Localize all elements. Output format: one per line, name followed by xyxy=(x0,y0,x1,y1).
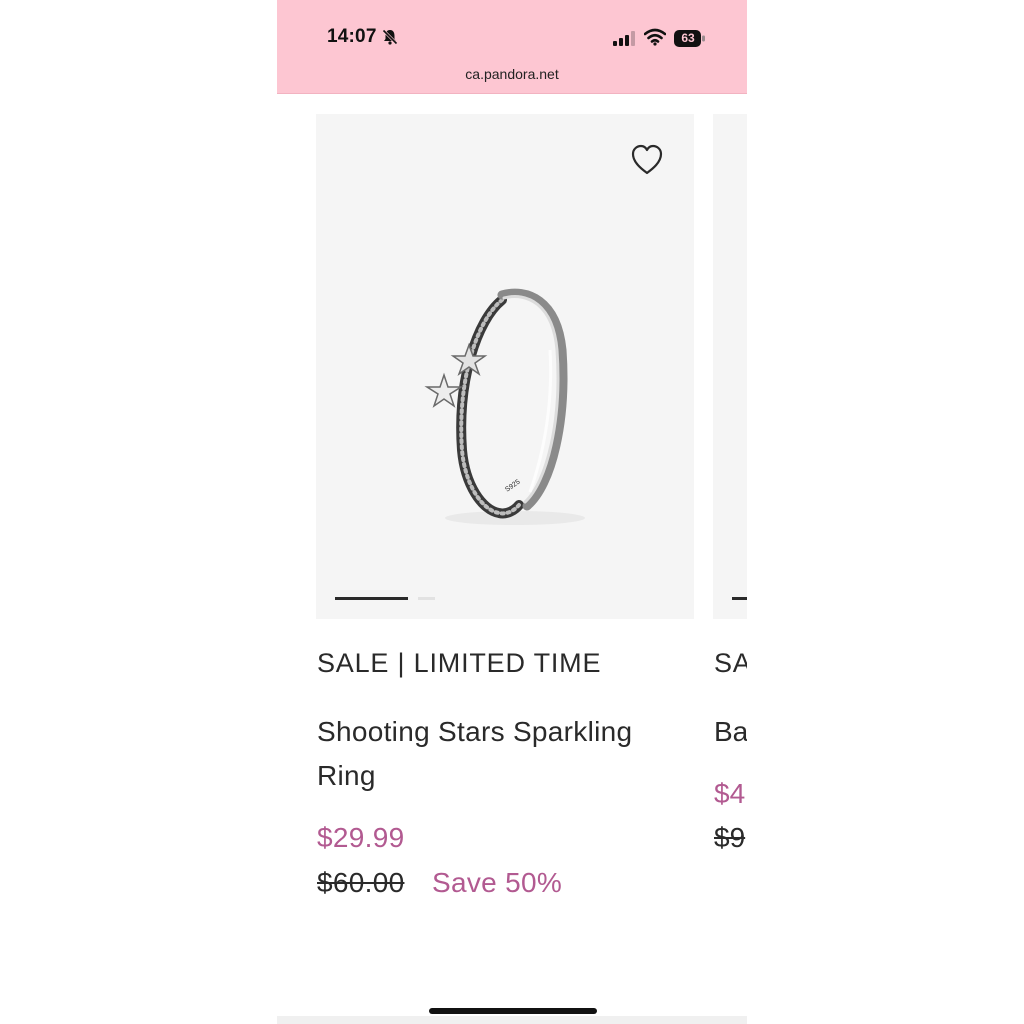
phone-screen: 14:07 63 ca.pandora.net S925 SALE | LIMI… xyxy=(277,0,747,1024)
svg-text:S925: S925 xyxy=(504,478,521,493)
product-image-2[interactable] xyxy=(713,114,747,619)
sale-badge-2: SA xyxy=(714,648,747,678)
sale-price-2: $4 xyxy=(714,778,746,809)
home-indicator[interactable] xyxy=(429,1008,597,1014)
ring-image[interactable]: S925 xyxy=(407,270,607,540)
product-title-2[interactable]: Ba xyxy=(714,710,747,754)
carousel-indicator-active[interactable] xyxy=(335,597,408,600)
wifi-icon xyxy=(644,28,666,46)
status-bar: 14:07 63 ca.pandora.net xyxy=(277,0,747,94)
sale-price: $29.99 xyxy=(317,822,405,853)
bell-slash-icon xyxy=(382,29,398,45)
carousel-indicator-active-2[interactable] xyxy=(732,597,747,600)
carousel-indicator-inactive[interactable] xyxy=(418,597,435,600)
sale-badge: SALE | LIMITED TIME xyxy=(317,648,602,678)
bottom-strip xyxy=(277,1016,747,1024)
signal-icon xyxy=(613,31,635,46)
wishlist-heart-icon[interactable] xyxy=(629,143,665,177)
original-price: $60.00 xyxy=(317,867,405,898)
status-time: 14:07 xyxy=(327,26,377,47)
battery-level: 63 xyxy=(681,31,695,45)
product-title[interactable]: Shooting Stars Sparkling Ring xyxy=(317,710,692,798)
original-price-2: $9 xyxy=(714,822,746,853)
url-bar[interactable]: ca.pandora.net xyxy=(277,66,747,82)
savings-label: Save 50% xyxy=(432,867,563,898)
